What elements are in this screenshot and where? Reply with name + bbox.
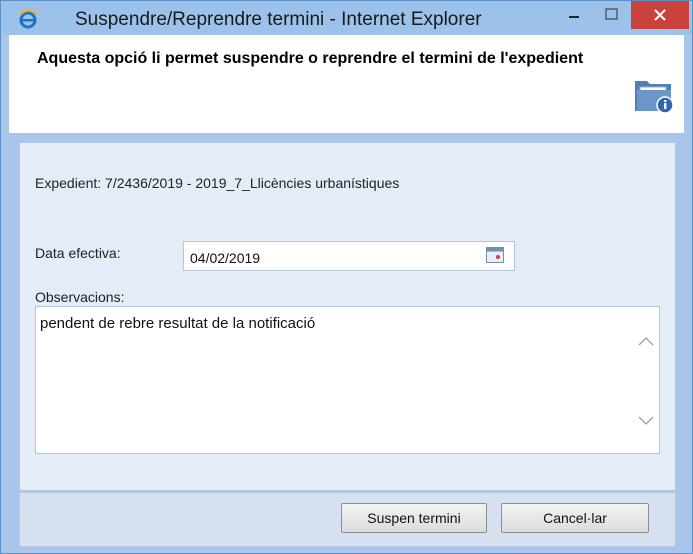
expedient-text: Expedient: 7/2436/2019 - 2019_7_Llicènci… [35,175,400,191]
folder-info-icon [635,81,674,114]
calendar-icon[interactable] [486,247,504,263]
scroll-down-icon[interactable] [636,414,656,428]
close-button[interactable] [631,1,689,29]
suspend-button[interactable]: Suspen termini [341,503,487,533]
observations-textarea[interactable]: pendent de rebre resultat de la notifica… [35,306,660,454]
observations-label: Observacions: [35,289,125,305]
internet-explorer-icon [18,9,38,29]
window-title: Suspendre/Reprendre termini - Internet E… [75,9,482,30]
cancel-button[interactable]: Cancel·lar [501,503,649,533]
header-description: Aquesta opció li permet suspendre o repr… [37,50,584,67]
dialog-window: Suspendre/Reprendre termini - Internet E… [0,0,693,554]
minimize-icon[interactable] [561,3,587,29]
close-icon [654,9,666,21]
maximize-icon[interactable] [599,3,625,29]
scroll-up-icon[interactable] [636,334,656,348]
title-bar[interactable]: Suspendre/Reprendre termini - Internet E… [1,1,692,35]
date-label: Data efectiva: [35,245,121,261]
date-input[interactable]: 04/02/2019 [183,241,515,271]
